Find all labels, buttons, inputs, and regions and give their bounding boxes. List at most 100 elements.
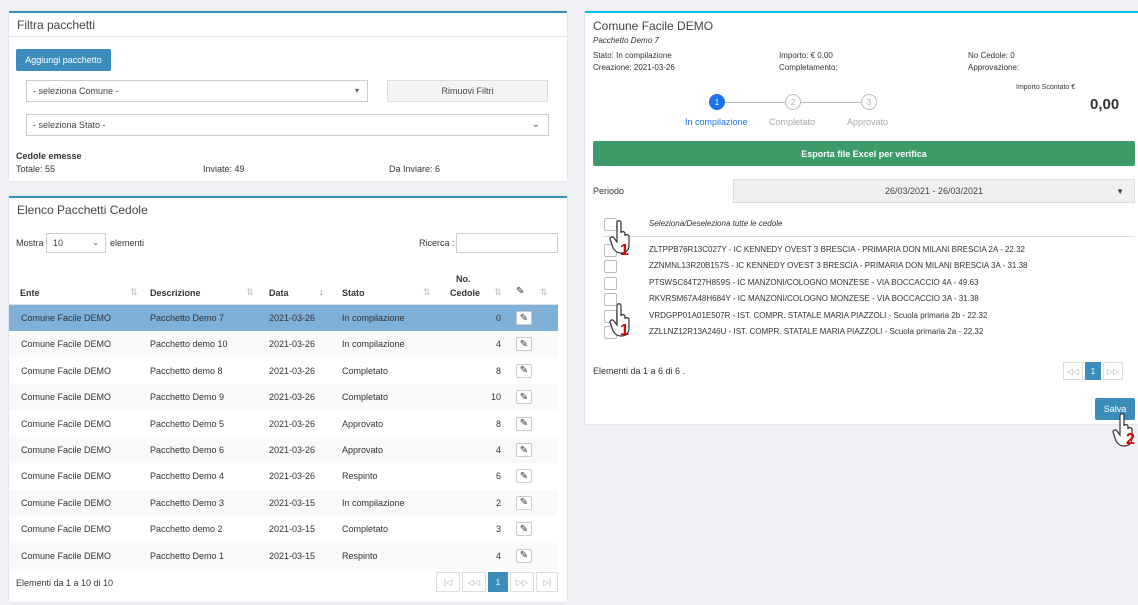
table-row[interactable]: Comune Facile DEMO Pacchetto Demo 4 2021-0… [9, 463, 558, 489]
cell-stato: Respinto [342, 550, 378, 561]
table-row[interactable]: Comune Facile DEMO Pacchetto Demo 1 2021-0… [9, 542, 558, 569]
pager-last-button[interactable]: ▷| [536, 572, 558, 592]
importo-scontato-label: Importo Scontato € [1016, 84, 1076, 91]
table-row[interactable]: Comune Facile DEMO Pacchetto demo 10 2021-… [9, 331, 558, 358]
show-suffix: elementi [110, 238, 145, 248]
step-1-annotation: 1 [620, 242, 629, 259]
table-row[interactable]: Comune Facile DEMO Pacchetto Demo 5 2021-0… [9, 411, 558, 437]
edit-button[interactable]: ✎ [516, 311, 532, 325]
comune-select-value: - seleziona Comune - [33, 86, 119, 96]
cell-stato: Completato [342, 392, 389, 403]
cell-ente: Comune Facile DEMO [21, 418, 112, 429]
search-label: Ricerca : [419, 238, 455, 248]
remove-filters-button[interactable]: Rimuovi Filtri [387, 80, 548, 102]
select-all-label: Seleziona/Deseleziona tutte le cedole [649, 219, 783, 228]
edit-button[interactable]: ✎ [516, 469, 532, 484]
cedola-checkbox[interactable] [604, 276, 617, 290]
cell-descrizione: Pacchetto Demo 9 [150, 392, 225, 403]
pencil-icon: ✎ [519, 470, 529, 482]
pencil-icon: ✎ [519, 365, 529, 377]
cedola-item: ZZLLNZ12R13A246U - IST. COMPR. STATALE M… [649, 327, 984, 336]
sort-icon[interactable]: ⇅ [130, 287, 138, 298]
sort-desc-icon[interactable]: ↓ [319, 287, 324, 297]
cell-ente: Comune Facile DEMO [21, 313, 112, 323]
caret-down-icon: ▼ [1116, 186, 1124, 196]
sort-icon[interactable]: ⇅ [423, 287, 431, 298]
cedole-da-inviare: Da Inviare: 6 [389, 164, 441, 174]
sort-icon[interactable]: ⇅ [246, 287, 254, 298]
table-row[interactable]: Comune Facile DEMO Pacchetto Demo 9 2021-0… [9, 384, 558, 411]
edit-button[interactable]: ✎ [516, 495, 532, 510]
edit-button[interactable]: ✎ [516, 443, 532, 457]
edit-button[interactable]: ✎ [516, 416, 532, 431]
cell-ente: Comune Facile DEMO [21, 471, 112, 482]
detail-pager-prev-button[interactable]: ◁◁ [1063, 362, 1083, 380]
edit-button[interactable]: ✎ [516, 337, 532, 352]
detail-footer: Elementi da 1 a 6 di 6 . [593, 366, 686, 376]
edit-button[interactable]: ✎ [516, 548, 532, 563]
col-ente[interactable]: Ente [20, 288, 40, 298]
col-stato[interactable]: Stato [342, 288, 365, 298]
cell-data: 2021-03-15 [269, 497, 316, 508]
cell-descrizione: Pacchetto Demo 5 [150, 418, 225, 429]
step-2-circle: 2 [785, 94, 801, 110]
cell-descrizione: Pacchetto Demo 3 [150, 497, 225, 508]
cell-stato: In compilazione [342, 339, 405, 350]
cell-descrizione: Pacchetto demo 2 [150, 524, 223, 535]
cedole-totale: Totale: 55 [16, 164, 56, 174]
step-2-label: Completato [769, 117, 816, 127]
pencil-icon: ✎ [519, 312, 529, 324]
col-no[interactable]: No. [456, 274, 471, 284]
sort-icon[interactable]: ⇅ [540, 287, 548, 298]
cell-ente: Comune Facile DEMO [21, 524, 112, 535]
detail-subtitle: Pacchetto Demo 7 [593, 36, 659, 45]
table-row[interactable]: Comune Facile DEMO Pacchetto Demo 3 2021-0… [9, 489, 558, 516]
periodo-select[interactable]: 26/03/2021 - 26/03/2021 ▼ [733, 179, 1135, 203]
table-row[interactable]: Comune Facile DEMO Pacchetto demo 8 2021-0… [9, 358, 558, 384]
stato-select-value: - seleziona Stato - [33, 120, 106, 130]
stato-select[interactable]: - seleziona Stato - ⌄ [26, 114, 549, 136]
table-row[interactable]: Comune Facile DEMO Pacchetto demo 2 2021-0… [9, 516, 558, 542]
search-input[interactable] [456, 233, 558, 253]
col-data[interactable]: Data [269, 288, 289, 298]
cedola-item: ZZNMNL13R20B157S - IC KENNEDY OVEST 3 BR… [649, 261, 1028, 271]
edit-button[interactable]: ✎ [516, 522, 532, 537]
col-descrizione[interactable]: Descrizione [150, 288, 201, 298]
cell-cedole: 8 [495, 365, 501, 376]
edit-button[interactable]: ✎ [516, 363, 532, 378]
detail-pager-page-1[interactable]: 1 [1085, 362, 1101, 380]
periodo-label: Periodo [593, 186, 625, 196]
cell-stato: Approvato [342, 445, 384, 455]
cell-descrizione: Pacchetto Demo 4 [150, 471, 225, 482]
export-excel-button[interactable]: Esporta file Excel per verifica [593, 141, 1135, 166]
add-package-button[interactable]: Aggiungi pacchetto [16, 49, 111, 71]
page-size-select[interactable]: 10 ⌄ [46, 233, 106, 253]
sort-icon[interactable]: ⇅ [494, 287, 502, 298]
show-prefix: Mostra [16, 238, 44, 248]
cell-cedole: 4 [495, 445, 501, 455]
cell-data: 2021-03-26 [269, 339, 316, 350]
chevron-down-icon: ⌄ [531, 119, 540, 130]
cell-data: 2021-03-15 [269, 524, 316, 535]
pager-first-button[interactable]: |◁ [436, 572, 460, 592]
table-row[interactable]: Comune Facile DEMO Pacchetto Demo 6 2021-0… [9, 437, 558, 463]
edit-button[interactable]: ✎ [516, 390, 532, 405]
cell-cedole: 2 [495, 497, 501, 508]
cell-ente: Comune Facile DEMO [21, 392, 112, 403]
detail-importo: Importo: € 0,00 [779, 51, 833, 60]
pager-page-1[interactable]: 1 [488, 572, 508, 592]
cell-descrizione: Pacchetto Demo 7 [150, 313, 225, 323]
table-row[interactable]: Comune Facile DEMO Pacchetto Demo 7 2021-0… [9, 305, 558, 331]
detail-pager-next-button[interactable]: ▷▷ [1103, 362, 1123, 380]
cedola-item: ZLTPPB76R13C027Y - IC KENNEDY OVEST 3 BR… [649, 245, 1025, 254]
pager-prev-button[interactable]: ◁◁ [462, 572, 486, 592]
cell-data: 2021-03-26 [269, 365, 316, 376]
detail-panel [585, 11, 1138, 424]
cell-stato: Completato [342, 365, 389, 376]
filter-panel-title: Filtra pacchetti [9, 13, 567, 37]
comune-select[interactable]: - seleziona Comune - ▾ [26, 80, 368, 102]
pager-next-button[interactable]: ▷▷ [510, 572, 534, 592]
detail-creazione: Creazione: 2021-03-26 [593, 63, 675, 72]
col-cedole[interactable]: Cedole [450, 288, 480, 298]
step-1-circle: 1 [709, 94, 725, 110]
